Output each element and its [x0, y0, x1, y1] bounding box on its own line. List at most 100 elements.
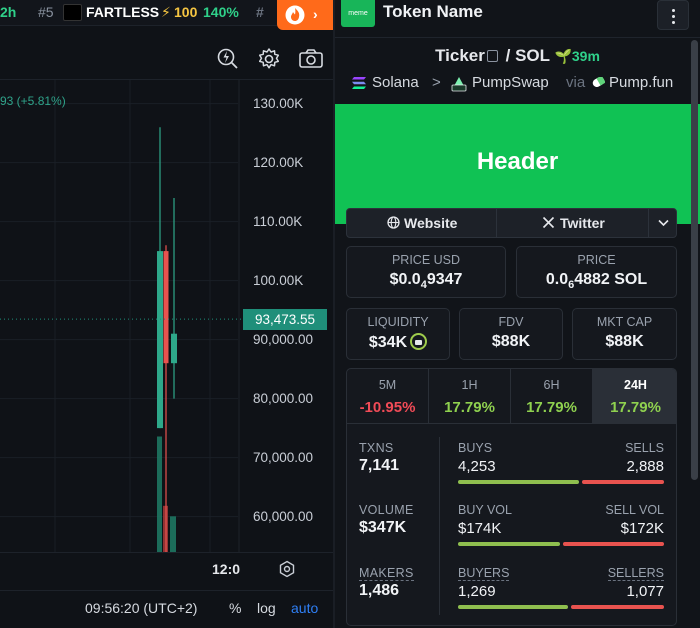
- liquidity-value: $34K: [347, 333, 449, 352]
- buy-vol-value: $174K: [458, 520, 502, 537]
- volume-bar: [170, 516, 176, 552]
- twitter-button[interactable]: Twitter: [498, 209, 649, 237]
- camera-icon[interactable]: [298, 46, 324, 72]
- mktcap-label: MKT CAP: [596, 315, 653, 329]
- price-usd-box: PRICE USD $0.049347: [346, 246, 506, 298]
- sell-vol-value: $172K: [620, 520, 664, 537]
- tab-label: 5M: [378, 378, 397, 392]
- sellers-label: SELLERS: [607, 566, 664, 581]
- tab-label: 1H: [461, 378, 478, 392]
- bolt-icon: ⚡: [161, 4, 171, 20]
- panel-scrollbar[interactable]: [689, 40, 699, 628]
- time-axis-label: 12:0: [212, 561, 241, 577]
- time-axis[interactable]: 12:0: [0, 552, 333, 586]
- ticker-timeframe[interactable]: 2h: [0, 4, 16, 20]
- price-axis-tick: 120.00K: [253, 154, 304, 170]
- txns-value: 7,141: [359, 457, 400, 474]
- auto-scale-toggle[interactable]: auto: [291, 600, 318, 616]
- lock-icon[interactable]: [410, 333, 428, 350]
- liquidity-label: LIQUIDITY: [367, 315, 429, 329]
- volume-value: $347K: [359, 519, 407, 536]
- tab-1h[interactable]: 1H 17.79%: [429, 369, 511, 424]
- chart-pane: 2h #5 FARTLESS ⚡ 100 140% # › 93 (+5.81%…: [0, 0, 333, 628]
- current-price-tag: 93,473.55: [243, 309, 327, 331]
- panel-header: meme Token Name: [335, 0, 700, 38]
- buy-vol-bar: [458, 542, 560, 546]
- liquidity-box: LIQUIDITY $34K: [346, 308, 450, 360]
- price-sol-value: 0.064882 SOL: [545, 271, 648, 291]
- price-usd-value: $0.049347: [389, 271, 463, 291]
- sell-vol-label: SELL VOL: [605, 503, 664, 517]
- banner-title: Header: [476, 148, 559, 175]
- chart-status-bar: 09:56:20 (UTC+2) % log auto: [0, 590, 333, 628]
- axis-settings-icon[interactable]: [278, 560, 296, 578]
- sells-value: 2,888: [626, 458, 664, 475]
- sells-label: SELLS: [625, 441, 664, 455]
- price-axis-tick: 130.00K: [253, 95, 304, 111]
- dex-name[interactable]: PumpSwap: [472, 74, 549, 91]
- buyers-bar: [458, 605, 568, 609]
- sellers-value: 1,077: [626, 583, 664, 600]
- log-scale-toggle[interactable]: log: [257, 600, 276, 616]
- txns-label: TXNS: [359, 441, 394, 455]
- buy-vol-label: BUY VOL: [458, 503, 512, 517]
- tab-6h[interactable]: 6H 17.79%: [511, 369, 593, 424]
- volume-label: VOLUME: [359, 503, 414, 517]
- quote-symbol: SOL: [515, 46, 550, 65]
- makers-bar: [458, 605, 664, 609]
- copy-icon[interactable]: [486, 50, 498, 62]
- pumpswap-icon: [451, 77, 467, 92]
- social-links: Website Twitter: [346, 208, 677, 238]
- tab-label: 6H: [543, 378, 560, 392]
- price-axis-tick: 60,000.00: [253, 508, 314, 524]
- trading-stats-box: 5M -10.95% 1H 17.79% 6H 17.79% 24H 17.79…: [346, 368, 677, 626]
- ticker-percent: 140%: [203, 4, 239, 20]
- fire-icon: [285, 5, 305, 25]
- via-label: via: [566, 74, 586, 91]
- buyers-label: BUYERS: [458, 566, 510, 581]
- fdv-value: $88K: [491, 333, 531, 350]
- chain-name[interactable]: Solana: [372, 74, 419, 91]
- buys-value: 4,253: [458, 458, 496, 475]
- chevron-down-icon: [658, 219, 669, 227]
- pair-slash: /: [505, 46, 511, 65]
- txns-row: TXNS 7,141 BUYS SELLS 4,253 2,888: [347, 435, 676, 495]
- buys-sells-bar: [458, 480, 664, 484]
- ticker-token-name[interactable]: FARTLESS: [86, 4, 159, 20]
- candle-body: [163, 251, 169, 364]
- sells-bar: [582, 480, 664, 484]
- sprout-icon: 🌱: [554, 48, 572, 64]
- chain-row: Solana > PumpSwap via Pump.fun: [335, 72, 700, 94]
- gear-icon[interactable]: [256, 46, 282, 72]
- lightning-search-icon[interactable]: [215, 46, 241, 72]
- scrollbar-thumb[interactable]: [691, 40, 698, 480]
- pair-age: 39m: [571, 48, 600, 64]
- website-button[interactable]: Website: [347, 209, 497, 237]
- twitter-label: Twitter: [560, 215, 605, 231]
- launchpad-name[interactable]: Pump.fun: [609, 74, 673, 91]
- kebab-dot-icon: [672, 9, 675, 12]
- trending-toggle-button[interactable]: ›: [277, 0, 333, 30]
- ticker-rank: #5: [38, 4, 54, 20]
- price-axis-tick: 90,000.00: [253, 331, 314, 347]
- tab-change: 17.79%: [526, 399, 577, 416]
- price-axis-tick: 70,000.00: [253, 449, 314, 465]
- percent-scale-toggle[interactable]: %: [229, 600, 241, 616]
- tab-24h[interactable]: 24H 17.79%: [593, 369, 676, 424]
- buyers-value: 1,269: [458, 583, 496, 600]
- buys-label: BUYS: [458, 441, 493, 455]
- tab-5m[interactable]: 5M -10.95%: [347, 369, 429, 424]
- candle-body: [171, 333, 177, 364]
- chart-toolbar: [0, 40, 333, 80]
- clock-time[interactable]: 09:56:20 (UTC+2): [85, 600, 197, 616]
- mktcap-box: MKT CAP $88K: [572, 308, 677, 360]
- more-menu-button[interactable]: [657, 0, 689, 30]
- price-chart[interactable]: 93 (+5.81%) 130.00K 120.00K 110.00K 100.00K…: [0, 80, 333, 552]
- more-links-button[interactable]: [650, 209, 677, 237]
- price-axis-tick: 100.00K: [253, 272, 304, 288]
- ticker-count: 100: [174, 4, 198, 20]
- kebab-dot-icon: [672, 15, 675, 18]
- fdv-box: FDV $88K: [459, 308, 563, 360]
- volume-bar: [157, 436, 162, 552]
- fdv-label: FDV: [498, 315, 524, 329]
